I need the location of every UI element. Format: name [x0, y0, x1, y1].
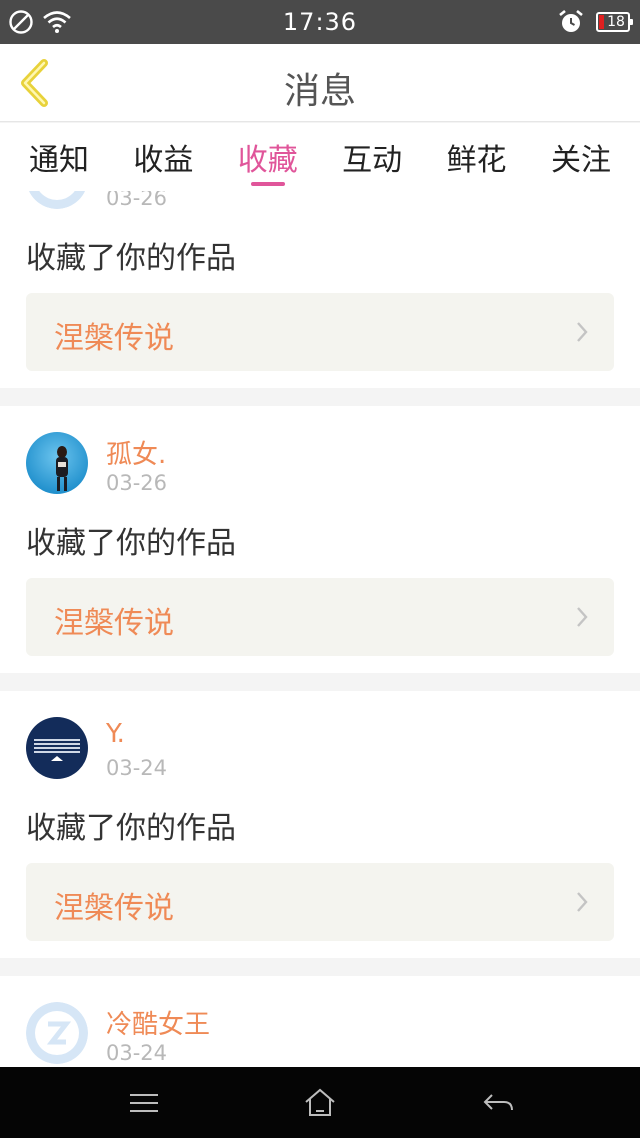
- menu-button[interactable]: [124, 1087, 164, 1119]
- tab-interactions[interactable]: 互动: [327, 123, 417, 191]
- work-title: 涅槃传说: [54, 321, 174, 356]
- work-link[interactable]: 涅槃传说: [26, 863, 614, 941]
- chevron-right-icon: [577, 322, 588, 342]
- home-button[interactable]: [300, 1087, 340, 1119]
- work-link[interactable]: 涅槃传说: [26, 293, 614, 371]
- work-title: 涅槃传说: [54, 891, 174, 926]
- message-date: 03-24: [106, 1041, 168, 1065]
- message-date: 03-26: [106, 471, 168, 495]
- message-list[interactable]: 03-26 收藏了你的作品 涅槃传说 孤女. 03-26 收藏了你的作品 涅槃传…: [0, 191, 640, 1067]
- username[interactable]: 孤女.: [106, 434, 166, 471]
- system-back-button[interactable]: [478, 1087, 518, 1119]
- message-card: 03-26 收藏了你的作品 涅槃传说: [0, 191, 640, 388]
- tab-flowers[interactable]: 鲜花: [432, 123, 522, 191]
- chevron-right-icon: [577, 892, 588, 912]
- home-icon: [305, 1088, 335, 1116]
- tab-following[interactable]: 关注: [536, 123, 626, 191]
- header: 消息: [0, 44, 640, 122]
- photo-avatar[interactable]: [26, 432, 88, 494]
- status-time: 17:36: [282, 8, 358, 36]
- work-title: 涅槃传说: [54, 606, 174, 641]
- status-right: 18: [558, 9, 633, 35]
- work-link[interactable]: 涅槃传说: [26, 578, 614, 656]
- tab-bar: 通知 收益 收藏 互动 鲜花 关注: [0, 123, 640, 191]
- message-action: 收藏了你的作品: [26, 526, 236, 561]
- message-card: 孤女. 03-26 收藏了你的作品 涅槃传说: [0, 406, 640, 673]
- back-arrow-icon: [483, 1094, 513, 1111]
- tab-earnings[interactable]: 收益: [118, 123, 208, 191]
- message-date: 03-24: [106, 756, 168, 780]
- message-action: 收藏了你的作品: [26, 811, 236, 846]
- username[interactable]: 冷酷女王: [106, 1004, 210, 1041]
- chevron-right-icon: [577, 607, 588, 627]
- battery-level: 18: [607, 14, 625, 30]
- page-title: 消息: [283, 71, 356, 112]
- tab-favorites[interactable]: 收藏: [223, 123, 313, 191]
- logo-avatar[interactable]: [26, 717, 88, 779]
- default-avatar[interactable]: [26, 1002, 88, 1064]
- message-date: 03-26: [106, 191, 168, 210]
- menu-icon: [130, 1094, 158, 1112]
- username[interactable]: Y.: [106, 719, 125, 749]
- default-avatar[interactable]: [26, 191, 88, 209]
- screen: 17:36 18 消息 通知 收益 收藏 互动 鲜花 关注 03-26 收藏了你…: [0, 0, 640, 1138]
- message-card: Y. 03-24 收藏了你的作品 涅槃传说: [0, 691, 640, 958]
- system-nav-bar: [0, 1067, 640, 1138]
- message-action: 收藏了你的作品: [26, 241, 236, 276]
- battery-icon: 18: [596, 12, 633, 32]
- message-card: 冷酷女王 03-24: [0, 976, 640, 1067]
- status-bar: 17:36 18: [0, 0, 640, 44]
- alarm-icon: [559, 9, 583, 32]
- tab-notifications[interactable]: 通知: [14, 123, 104, 191]
